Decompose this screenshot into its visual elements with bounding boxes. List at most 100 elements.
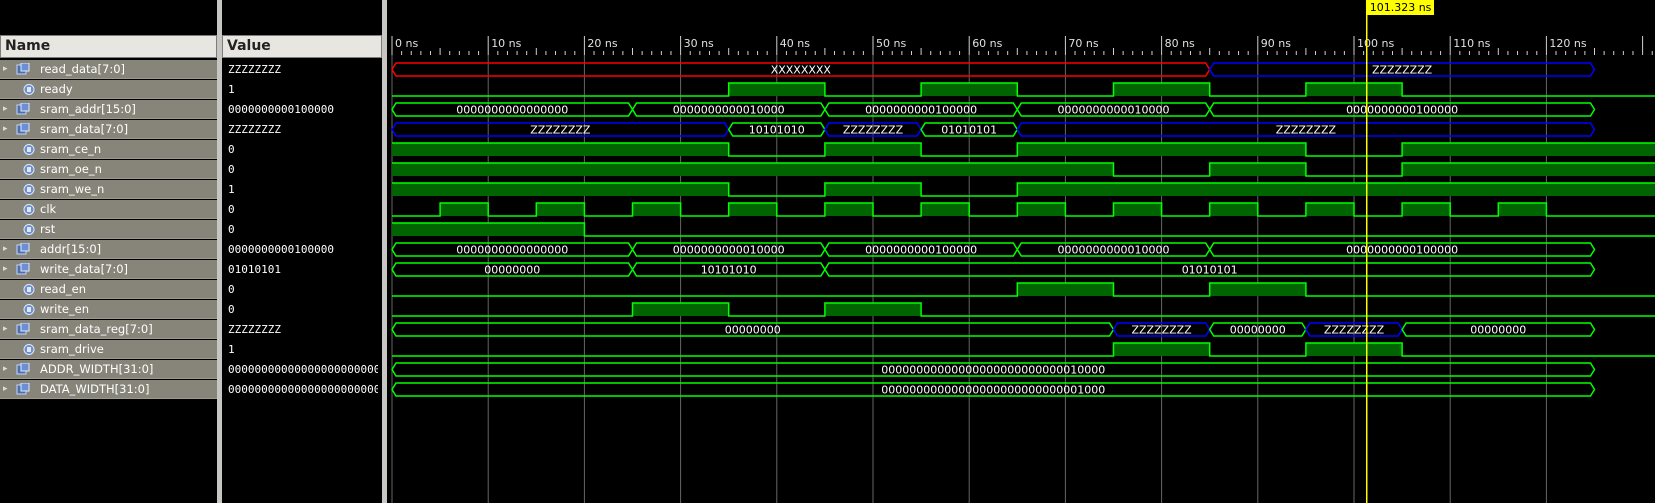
bit-signal-icon [23, 84, 35, 95]
signal-row[interactable]: ▸ DATA_WIDTH[31:0] [0, 380, 217, 399]
wave-high-fill [536, 203, 585, 216]
signal-row[interactable]: rst [0, 220, 217, 239]
wave-high-fill [1305, 343, 1403, 356]
signal-row[interactable]: write_en [0, 300, 217, 319]
signal-row[interactable]: ▸ sram_addr[15:0] [0, 100, 217, 119]
expand-arrow-icon[interactable]: ▸ [3, 323, 8, 335]
waveform-area[interactable]: 0 ns 10 ns 20 ns 30 ns 40 ns 50 ns 60 ns 70 ns 8… [388, 0, 1655, 503]
expand-arrow-icon[interactable]: ▸ [3, 383, 8, 395]
value-column-header[interactable]: Value [222, 35, 382, 58]
wave-high-fill [1209, 283, 1306, 296]
signal-row[interactable]: read_en [0, 280, 217, 299]
bit-signal-icon [23, 284, 35, 295]
signal-name: sram_drive [40, 342, 104, 356]
bus-value-label: 00000000000000000000000000001000 [881, 384, 1105, 397]
signal-row[interactable]: ▸ addr[15:0] [0, 240, 217, 259]
signal-name: sram_ce_n [40, 142, 102, 156]
wave-high-fill [1017, 183, 1655, 196]
bus-signal-icon [16, 323, 30, 335]
signal-row[interactable]: ▸ read_data[7:0] [0, 60, 217, 79]
cursor-time-label[interactable]: 101.323 ns [1366, 0, 1435, 15]
ruler-tick-label: 70 ns [1068, 37, 1098, 50]
bit-signal-icon [23, 204, 35, 215]
waveform-canvas[interactable]: 0 ns 10 ns 20 ns 30 ns 40 ns 50 ns 60 ns 70 ns 8… [388, 0, 1655, 503]
bus-value-label: 0000000000100000 [865, 104, 977, 117]
bus-value-label: 10101010 [749, 124, 805, 137]
bit-signal-icon [23, 224, 35, 235]
wave-high-fill [392, 183, 729, 196]
ruler-tick-label: 20 ns [587, 37, 617, 50]
signal-row[interactable]: sram_we_n [0, 180, 217, 199]
bus-value-label: 0000000000010000 [1058, 244, 1170, 257]
bus-value-label: 0000000000000000 [456, 244, 568, 257]
expand-arrow-icon[interactable]: ▸ [3, 263, 8, 275]
expand-arrow-icon[interactable]: ▸ [3, 103, 8, 115]
wave-high-fill [1498, 203, 1547, 216]
wave-high-fill [392, 143, 729, 156]
signal-name: ADDR_WIDTH[31:0] [40, 362, 154, 376]
wave-high-fill [392, 223, 585, 236]
bus-signal-icon [16, 103, 30, 115]
wave-high-fill [1017, 203, 1066, 216]
ruler-tick-label: 90 ns [1261, 37, 1291, 50]
signal-value: 01010101 [228, 263, 281, 276]
wave-high-fill [1402, 203, 1451, 216]
signal-value: ZZZZZZZZ [228, 323, 281, 336]
wave-high-fill [824, 183, 922, 196]
wave-high-fill [1402, 163, 1655, 176]
wave-high-fill [921, 83, 1018, 96]
wave-line [392, 302, 1655, 317]
expand-arrow-icon[interactable]: ▸ [3, 63, 8, 75]
ruler-tick-label: 120 ns [1549, 37, 1586, 50]
wave-high-fill [1113, 83, 1210, 96]
bus-value-label: ZZZZZZZZ [530, 124, 591, 137]
wave-high-fill [921, 203, 970, 216]
name-column-header[interactable]: Name [0, 35, 217, 58]
wave-line [392, 342, 1655, 357]
expand-arrow-icon[interactable]: ▸ [3, 363, 8, 375]
expand-arrow-icon[interactable]: ▸ [3, 123, 8, 135]
bit-signal-icon [23, 144, 35, 155]
bit-signal-icon [23, 304, 35, 315]
bus-value-label: 0000000000100000 [1346, 244, 1458, 257]
signal-value: 1 [228, 343, 235, 356]
signal-row[interactable]: clk [0, 200, 217, 219]
signal-row[interactable]: ready [0, 80, 217, 99]
bus-value-label: XXXXXXXX [771, 64, 832, 77]
signal-row[interactable]: sram_oe_n [0, 160, 217, 179]
signal-value: 1 [228, 83, 235, 96]
signal-row[interactable]: ▸ sram_data_reg[7:0] [0, 320, 217, 339]
signal-name: sram_data[7:0] [40, 122, 129, 136]
wave-high-fill [824, 143, 922, 156]
wave-high-fill [824, 303, 922, 316]
signal-row[interactable]: sram_drive [0, 340, 217, 359]
signal-row[interactable]: sram_ce_n [0, 140, 217, 159]
signal-value: 1 [228, 183, 235, 196]
wave-high-fill [1305, 83, 1403, 96]
panel-splitter-right[interactable] [382, 0, 387, 503]
wave-high-fill [440, 203, 489, 216]
bus-value-label: 0000000000010000 [1058, 104, 1170, 117]
ruler-tick-label: 50 ns [876, 37, 906, 50]
signal-value: 0000000000100000 [228, 243, 334, 256]
signal-row[interactable]: ▸ write_data[7:0] [0, 260, 217, 279]
wave-high-fill [1017, 143, 1306, 156]
signal-name: read_en [40, 282, 87, 296]
bus-signal-icon [16, 123, 30, 135]
bit-signal-icon [23, 184, 35, 195]
bus-value-label: 0000000000010000 [673, 104, 785, 117]
signal-row[interactable]: ▸ sram_data[7:0] [0, 120, 217, 139]
wave-high-fill [824, 203, 873, 216]
bus-value-label: 00000000 [1230, 324, 1286, 337]
expand-arrow-icon[interactable]: ▸ [3, 243, 8, 255]
name-panel: Name ▸ read_data[7:0]ready ▸ sram_addr[15:0… [0, 0, 217, 503]
ruler-tick-label: 60 ns [972, 37, 1002, 50]
signal-name: read_data[7:0] [40, 62, 126, 76]
bus-value-label: ZZZZZZZZ [1372, 64, 1433, 77]
wave-high-fill [728, 203, 777, 216]
signal-row[interactable]: ▸ ADDR_WIDTH[31:0] [0, 360, 217, 379]
ruler-tick-label: 80 ns [1165, 37, 1195, 50]
signal-name: sram_we_n [40, 182, 105, 196]
bit-signal-icon [23, 164, 35, 175]
signal-name: sram_oe_n [40, 162, 102, 176]
